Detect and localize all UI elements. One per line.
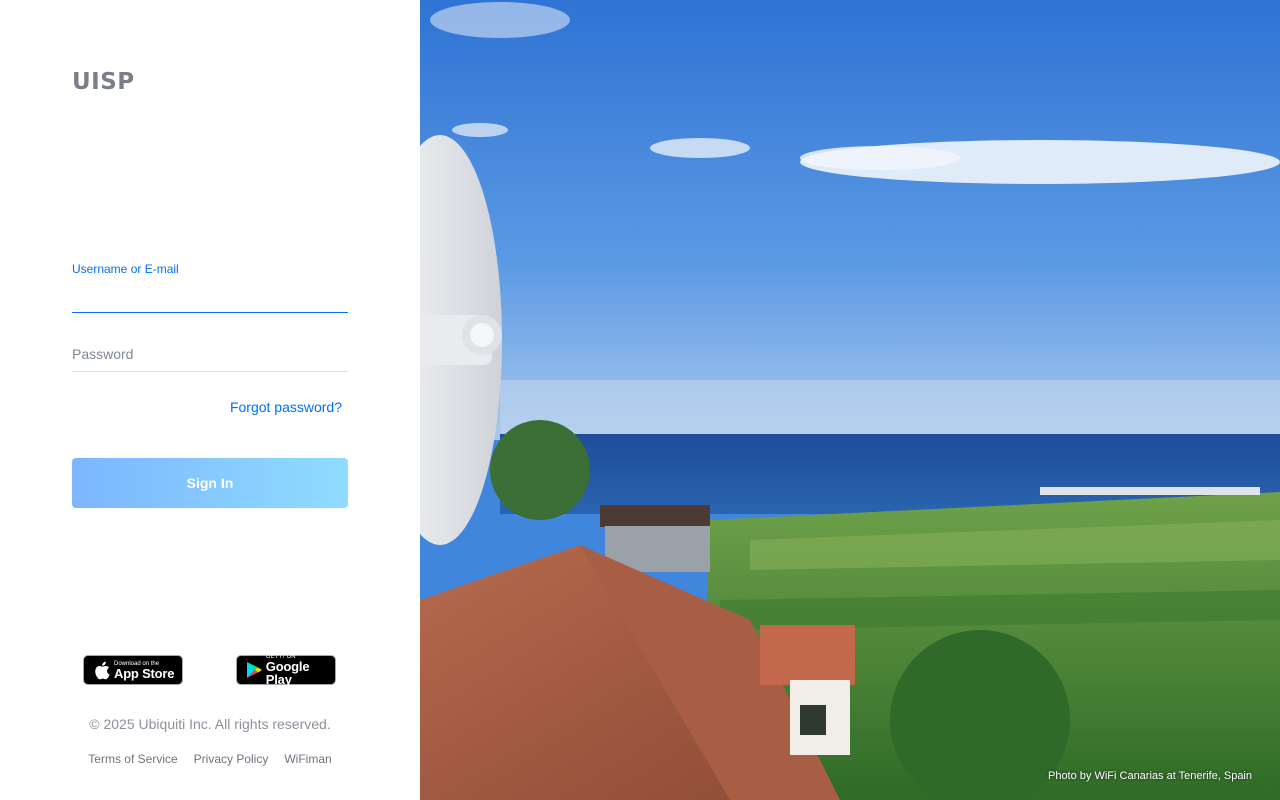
password-input[interactable] [72, 336, 348, 372]
background-photo: Photo by WiFi Canarias at Tenerife, Spai… [420, 0, 1280, 800]
wifiman-link[interactable]: WiFiman [284, 752, 331, 766]
uisp-logo: UISP [72, 68, 135, 96]
forgot-password-link[interactable]: Forgot password? [230, 399, 342, 415]
google-play-big-text: Google Play [265, 659, 310, 687]
landscape-illustration [420, 0, 1280, 800]
google-play-badge[interactable]: GET IT ON Google Play [236, 654, 336, 687]
app-store-big-text: App Store [114, 665, 175, 681]
copyright-text: © 2025 Ubiquiti Inc. All rights reserved… [89, 716, 331, 732]
username-label: Username or E-mail [72, 262, 179, 276]
terms-of-service-link[interactable]: Terms of Service [88, 752, 177, 766]
username-input[interactable] [72, 282, 348, 313]
app-store-badge[interactable]: Download on the App Store [83, 655, 183, 685]
footer-links: Terms of Service Privacy Policy WiFiman [0, 752, 420, 766]
google-play-icon [243, 661, 266, 679]
sign-in-button[interactable]: Sign In [72, 458, 348, 508]
photo-credit: Photo by WiFi Canarias at Tenerife, Spai… [1047, 770, 1252, 782]
privacy-policy-link[interactable]: Privacy Policy [194, 752, 269, 766]
login-panel: UISP Username or E-mail Forgot password?… [0, 0, 420, 800]
logo-text: UISP [72, 69, 135, 95]
apple-icon [90, 661, 114, 680]
